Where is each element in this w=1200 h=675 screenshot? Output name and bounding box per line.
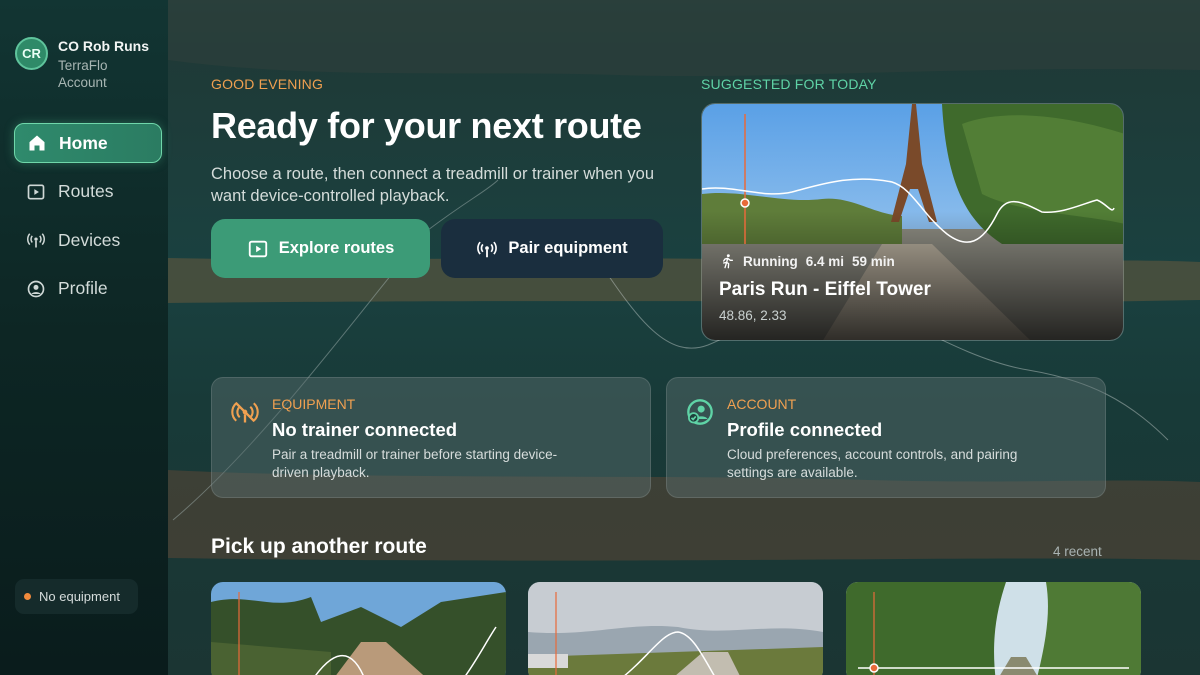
user-name: CO Rob Runs: [58, 38, 149, 54]
sidebar-item-label: Routes: [58, 181, 114, 201]
antenna-icon: [27, 233, 45, 248]
card-kicker: EQUIPMENT: [272, 396, 356, 412]
no-signal-icon: [231, 401, 259, 423]
route-distance: 6.4 mi: [805, 253, 845, 269]
play-square-icon: [27, 184, 45, 199]
play-square-icon: [248, 240, 267, 257]
route-photo: [702, 104, 1123, 340]
route-thumbnail: [211, 582, 506, 675]
greeting: GOOD EVENING: [211, 76, 324, 92]
sidebar: CR CO Rob Runs TerraFlo Account Home Rou…: [0, 0, 168, 675]
sidebar-item-label: Home: [59, 132, 108, 153]
route-thumbnail: [528, 582, 823, 675]
user-account-label: TerraFlo Account: [58, 58, 108, 90]
sidebar-item-devices[interactable]: Devices: [14, 220, 162, 260]
running-icon: [723, 254, 733, 269]
avatar: CR: [15, 37, 48, 70]
button-label: Pair equipment: [508, 239, 628, 257]
status-dot-icon: [24, 593, 31, 600]
antenna-icon: [477, 241, 498, 257]
card-kicker: ACCOUNT: [727, 396, 797, 412]
equipment-status-badge[interactable]: No equipment: [15, 579, 138, 614]
sidebar-item-routes[interactable]: Routes: [14, 172, 162, 212]
main-nav: Home Routes Devices Profile: [14, 123, 162, 317]
page-title: Ready for your next route: [211, 105, 642, 146]
route-duration: 59 min: [852, 253, 895, 269]
sidebar-item-label: Profile: [58, 278, 108, 298]
activity-type: Running: [743, 253, 798, 269]
sidebar-item-label: Devices: [58, 229, 121, 250]
sidebar-item-profile[interactable]: Profile: [14, 269, 162, 309]
sidebar-item-home[interactable]: Home: [14, 123, 162, 163]
recent-route-card[interactable]: [528, 582, 823, 675]
account-status-card[interactable]: ACCOUNT Profile connected Cloud preferen…: [666, 377, 1106, 498]
explore-routes-button[interactable]: Explore routes: [211, 219, 430, 278]
card-title: No trainer connected: [272, 419, 458, 440]
card-description: Cloud preferences, account controls, and…: [727, 447, 1018, 480]
equipment-status-card[interactable]: EQUIPMENT No trainer connected Pair a tr…: [211, 377, 651, 498]
route-thumbnail: [846, 582, 1141, 675]
recent-route-card[interactable]: [846, 582, 1141, 675]
home-icon: [29, 135, 45, 151]
route-coordinates: 48.86, 2.33: [719, 308, 787, 323]
route-title: Paris Run - Eiffel Tower: [719, 279, 931, 300]
user-profile[interactable]: CR CO Rob Runs TerraFlo Account: [15, 37, 149, 91]
hero-subtitle: Choose a route, then connect a treadmill…: [211, 165, 655, 205]
card-description: Pair a treadmill or trainer before start…: [272, 447, 558, 480]
section-title: Pick up another route: [211, 535, 427, 558]
route-meta: Running 6.4 mi 59 min: [719, 253, 895, 269]
recent-count: 4 recent: [1053, 544, 1102, 559]
button-label: Explore routes: [278, 239, 395, 257]
profile-circle-icon: [27, 280, 45, 297]
card-title: Profile connected: [727, 419, 883, 440]
suggested-label: SUGGESTED FOR TODAY: [701, 76, 877, 92]
pair-equipment-button[interactable]: Pair equipment: [441, 219, 663, 278]
equipment-status-text: No equipment: [39, 589, 120, 604]
recent-route-card[interactable]: [211, 582, 506, 675]
account-connected-icon: [687, 399, 713, 425]
suggested-route-card[interactable]: Running 6.4 mi 59 min Paris Run - Eiffel…: [701, 103, 1124, 341]
